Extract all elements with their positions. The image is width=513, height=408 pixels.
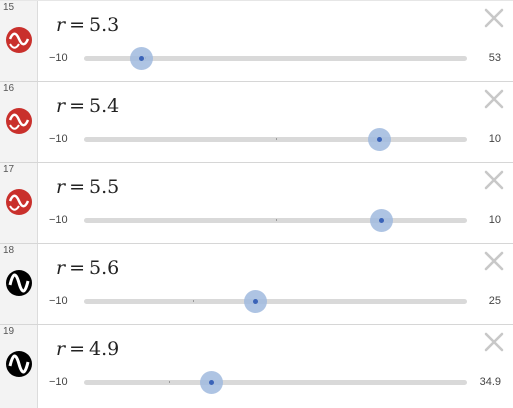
slider-min[interactable]: −10	[49, 376, 68, 388]
sine-wave-icon[interactable]	[4, 268, 34, 298]
variable-name: r	[56, 257, 66, 279]
equals-sign: =	[69, 338, 86, 360]
close-icon[interactable]	[483, 169, 505, 191]
row-gutter: 19	[0, 325, 38, 408]
equals-sign: =	[69, 257, 86, 279]
sine-wave-icon[interactable]	[4, 187, 34, 217]
expression-row[interactable]: 17 r = 5.5 −10 10	[0, 162, 513, 243]
zero-tick	[193, 300, 195, 302]
expression-row[interactable]: 19 r = 4.9 −10 34.9	[0, 324, 513, 408]
slider-max[interactable]: 53	[489, 52, 501, 64]
slider-max[interactable]: 10	[489, 214, 501, 226]
slider-max[interactable]: 10	[489, 133, 501, 145]
variable-value: 5.6	[89, 257, 120, 279]
row-number: 16	[3, 83, 15, 94]
equals-sign: =	[69, 95, 86, 117]
variable-value: 5.3	[89, 14, 120, 36]
slider-thumb[interactable]	[243, 290, 267, 313]
close-icon[interactable]	[483, 331, 505, 353]
slider-track[interactable]	[84, 47, 467, 70]
variable-value: 4.9	[89, 338, 120, 360]
slider-track[interactable]	[84, 209, 467, 232]
equals-sign: =	[69, 14, 86, 36]
zero-tick	[275, 138, 277, 140]
row-gutter: 16	[0, 82, 38, 162]
slider-track[interactable]	[84, 371, 467, 394]
zero-tick	[275, 219, 277, 221]
row-number: 15	[3, 2, 15, 13]
close-icon[interactable]	[483, 250, 505, 272]
expression-row[interactable]: 15 r = 5.3 −10 53	[0, 0, 513, 81]
slider-track[interactable]	[84, 290, 467, 313]
row-number: 19	[3, 326, 15, 337]
slider-min[interactable]: −10	[49, 133, 68, 145]
slider-min[interactable]: −10	[49, 295, 68, 307]
equals-sign: =	[69, 176, 86, 198]
slider-track[interactable]	[84, 128, 467, 151]
close-icon[interactable]	[483, 7, 505, 29]
expression-row[interactable]: 18 r = 5.6 −10 25	[0, 243, 513, 324]
slider-thumb[interactable]	[130, 47, 154, 70]
slider-thumb[interactable]	[200, 371, 224, 394]
slider-expression[interactable]: r = 5.5	[56, 176, 119, 198]
variable-name: r	[56, 176, 66, 198]
row-gutter: 15	[0, 1, 38, 81]
variable-name: r	[56, 14, 66, 36]
variable-value: 5.4	[89, 95, 120, 117]
variable-value: 5.5	[89, 176, 120, 198]
variable-name: r	[56, 338, 66, 360]
row-gutter: 17	[0, 163, 38, 243]
slider-max[interactable]: 25	[489, 295, 501, 307]
expression-row[interactable]: 16 r = 5.4 −10 10	[0, 81, 513, 162]
variable-name: r	[56, 95, 66, 117]
slider-thumb[interactable]	[369, 209, 393, 232]
row-gutter: 18	[0, 244, 38, 324]
slider-min[interactable]: −10	[49, 52, 68, 64]
slider-expression[interactable]: r = 4.9	[56, 338, 119, 360]
row-number: 18	[3, 245, 15, 256]
row-number: 17	[3, 164, 15, 175]
slider-expression[interactable]: r = 5.4	[56, 95, 119, 117]
slider-expression[interactable]: r = 5.6	[56, 257, 119, 279]
slider-expression[interactable]: r = 5.3	[56, 14, 119, 36]
sine-wave-icon[interactable]	[4, 106, 34, 136]
close-icon[interactable]	[483, 88, 505, 110]
slider-min[interactable]: −10	[49, 214, 68, 226]
expression-list: 15 r = 5.3 −10 53 16 r = 5.4 −10 10 17 r…	[0, 0, 513, 408]
sine-wave-icon[interactable]	[4, 25, 34, 55]
slider-thumb[interactable]	[367, 128, 391, 151]
zero-tick	[169, 381, 171, 383]
slider-max[interactable]: 34.9	[480, 376, 501, 388]
sine-wave-icon[interactable]	[4, 349, 34, 379]
